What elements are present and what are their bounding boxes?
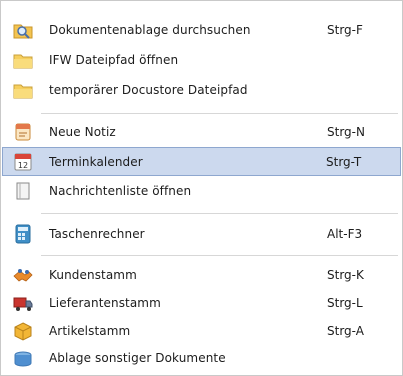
menu-item-ablage-sonstiger-dokumente[interactable]: Ablage sonstiger Dokumente	[3, 345, 400, 371]
menu-item-shortcut: Strg-L	[327, 296, 363, 310]
message-list-icon	[12, 181, 34, 201]
menu-item-kundenstamm[interactable]: Kundenstamm Strg-K	[3, 262, 400, 288]
menu-item-label: Lieferantenstamm	[49, 296, 161, 310]
menu-item-neue-notiz[interactable]: Neue Notiz Strg-N	[3, 119, 400, 145]
menu-separator	[41, 113, 398, 114]
context-menu: Dokumentenablage durchsuchen Strg-F IFW …	[0, 0, 403, 376]
menu-item-shortcut: Strg-F	[327, 23, 363, 37]
calendar-icon: 12	[12, 152, 34, 172]
menu-separator	[41, 255, 398, 256]
menu-item-label: Taschenrechner	[49, 227, 145, 241]
menu-item-terminkalender[interactable]: 12 Terminkalender Strg-T	[2, 147, 401, 176]
menu-item-artikelstamm[interactable]: Artikelstamm Strg-A	[3, 318, 400, 344]
menu-item-label: IFW Dateipfad öffnen	[49, 53, 179, 67]
svg-text:12: 12	[18, 161, 28, 170]
menu-item-shortcut: Strg-T	[326, 154, 362, 169]
menu-item-label: Dokumentenablage durchsuchen	[49, 23, 251, 37]
menu-item-lieferantenstamm[interactable]: Lieferantenstamm Strg-L	[3, 290, 400, 316]
documents-archive-icon	[12, 348, 34, 368]
menu-item-label: Artikelstamm	[49, 324, 131, 338]
menu-item-shortcut: Strg-K	[327, 268, 364, 282]
supplier-truck-icon	[12, 293, 34, 313]
articles-box-icon	[12, 321, 34, 341]
menu-item-label: Ablage sonstiger Dokumente	[49, 351, 226, 365]
menu-item-nachrichtenliste[interactable]: Nachrichtenliste öffnen	[3, 178, 400, 204]
menu-item-shortcut: Strg-A	[327, 324, 364, 338]
menu-item-label: Terminkalender	[49, 154, 143, 169]
folder-icon	[12, 50, 34, 70]
menu-item-shortcut: Strg-N	[327, 125, 365, 139]
menu-item-dokumentenablage-durchsuchen[interactable]: Dokumentenablage durchsuchen Strg-F	[3, 17, 400, 43]
menu-separator	[41, 213, 398, 214]
menu-item-docustore-dateipfad[interactable]: temporärer Docustore Dateipfad	[3, 77, 400, 103]
customers-icon	[12, 265, 34, 285]
menu-item-shortcut: Alt-F3	[327, 227, 363, 241]
menu-item-taschenrechner[interactable]: Taschenrechner Alt-F3	[3, 221, 400, 247]
menu-item-ifw-dateipfad[interactable]: IFW Dateipfad öffnen	[3, 47, 400, 73]
menu-item-label: Neue Notiz	[49, 125, 116, 139]
menu-item-label: Kundenstamm	[49, 268, 137, 282]
menu-item-label: Nachrichtenliste öffnen	[49, 184, 192, 198]
calculator-icon	[12, 224, 34, 244]
note-icon	[12, 122, 34, 142]
menu-item-label: temporärer Docustore Dateipfad	[49, 83, 248, 97]
folder-icon	[12, 80, 34, 100]
folder-search-icon	[12, 20, 34, 40]
